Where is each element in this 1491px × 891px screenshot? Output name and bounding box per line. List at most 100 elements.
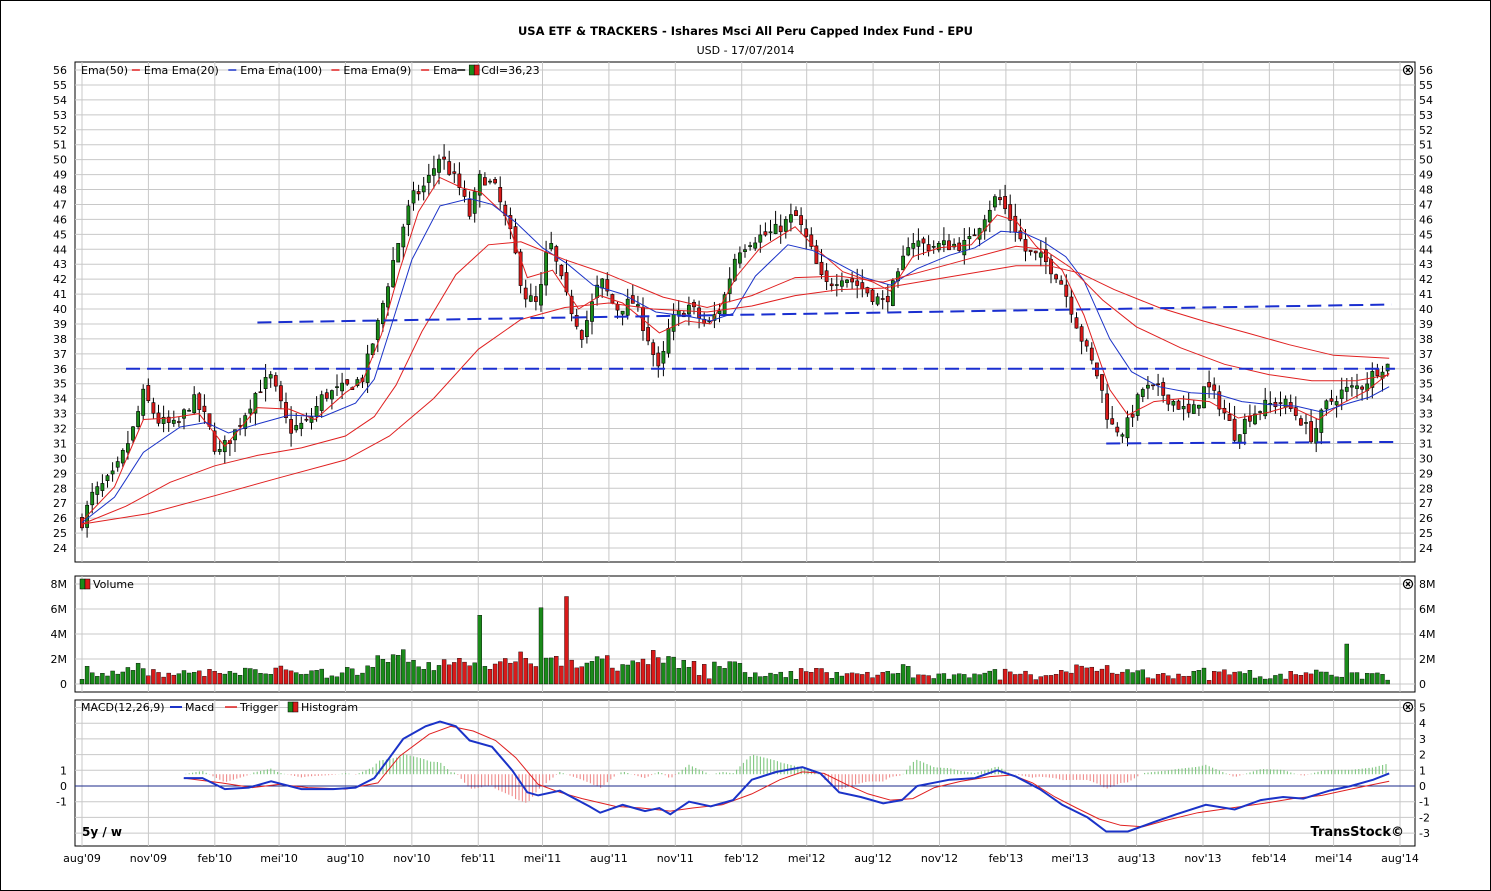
y-tick-label-left: 29 <box>53 467 67 480</box>
volume-bar <box>503 658 508 685</box>
candle-body <box>819 261 824 276</box>
volume-bar <box>1237 671 1242 685</box>
candle-body <box>620 310 625 315</box>
volume-bar <box>651 650 656 685</box>
y-tick-label-right: 2M <box>1419 653 1436 666</box>
y-tick-label-left: 45 <box>53 228 67 241</box>
close-icon[interactable] <box>1402 64 1414 76</box>
volume-bar <box>1099 668 1105 685</box>
volume-bar <box>753 672 758 685</box>
candle-body <box>115 461 120 468</box>
candle-body <box>1375 368 1380 377</box>
volume-bar <box>992 669 998 685</box>
candle-body <box>442 156 447 160</box>
candle-body <box>1105 393 1110 420</box>
y-tick-label-right: 29 <box>1419 467 1433 480</box>
candle-body <box>345 379 350 385</box>
candle-body <box>1227 414 1232 421</box>
volume-bar <box>135 662 141 685</box>
volume-bar <box>334 676 340 685</box>
volume-bar <box>957 673 962 685</box>
volume-bar <box>865 671 870 685</box>
volume-bar <box>880 672 885 685</box>
volume-bar <box>1334 676 1339 685</box>
volume-bar <box>375 655 380 685</box>
legend-entry: Volume <box>93 578 134 591</box>
brand-label: TransStock© <box>1311 825 1404 840</box>
volume-bar <box>1262 678 1268 685</box>
close-icon[interactable] <box>1402 578 1414 590</box>
volume-bar <box>1252 677 1258 685</box>
volume-bar <box>140 668 146 685</box>
volume-bar <box>1028 674 1033 685</box>
volume-bar <box>1145 677 1151 685</box>
volume-bar <box>1150 678 1156 685</box>
volume-bar <box>625 664 630 685</box>
y-tick-label-left: 0 <box>60 780 67 793</box>
volume-bar <box>809 672 814 685</box>
volume-bar <box>1293 674 1299 685</box>
volume-bar <box>528 663 533 685</box>
candle-body <box>340 382 345 392</box>
candle-body <box>406 205 411 225</box>
volume-bar <box>1288 671 1293 685</box>
volume-bar <box>115 673 120 685</box>
candle-body <box>845 279 849 283</box>
volume-bar <box>1298 675 1304 685</box>
candle-body <box>1202 386 1206 409</box>
volume-bar <box>824 672 829 685</box>
candle-body <box>1135 394 1140 416</box>
candle-body <box>906 247 911 256</box>
candle-body <box>421 185 426 193</box>
candle-body <box>1329 398 1334 402</box>
y-tick-label-right: 27 <box>1419 497 1433 510</box>
candle-body <box>467 198 472 217</box>
candle-body <box>921 238 926 244</box>
volume-bar <box>89 672 95 685</box>
volume-bar <box>829 678 834 685</box>
volume-bar <box>900 664 906 685</box>
candle-body <box>105 475 110 481</box>
volume-bar <box>278 665 284 685</box>
volume-bar <box>146 675 151 685</box>
volume-bar <box>543 657 549 685</box>
candle-body <box>1161 382 1166 396</box>
candle-body <box>743 249 747 252</box>
volume-bar <box>457 658 462 685</box>
volume-bar <box>844 673 850 685</box>
volume-bar <box>1375 672 1380 685</box>
volume-bar <box>1247 670 1253 685</box>
x-tick-label: mei'13 <box>1051 852 1089 865</box>
volume-bar <box>1217 671 1222 685</box>
candle-body <box>151 402 156 414</box>
y-tick-label-left: 32 <box>53 423 67 436</box>
volume-bar <box>156 672 161 685</box>
y-tick-label-left: 55 <box>53 79 67 92</box>
candle-body <box>401 226 406 248</box>
volume-bar <box>742 672 748 685</box>
candle-body <box>493 179 498 184</box>
volume-bar <box>605 655 610 685</box>
candle-body <box>839 280 844 287</box>
y-tick-label-right: 6M <box>1419 603 1436 616</box>
volume-bar <box>1038 676 1044 685</box>
y-tick-label-right: 5 <box>1419 702 1426 715</box>
candle-body <box>1120 434 1125 437</box>
legend-entry: Ema <box>433 64 457 77</box>
volume-bar <box>309 670 314 685</box>
candle-body <box>1003 196 1008 210</box>
candle-body <box>1319 409 1324 433</box>
legend-swatch-up <box>287 701 294 713</box>
candle-body <box>646 327 651 342</box>
candle-body <box>584 320 589 337</box>
volume-bar <box>1206 680 1212 685</box>
volume-bar <box>1053 674 1059 685</box>
x-tick-label: aug'09 <box>63 852 101 865</box>
volume-bar <box>640 658 646 685</box>
volume-bar <box>1013 674 1018 685</box>
volume-bar <box>1069 672 1074 685</box>
close-icon[interactable] <box>1402 701 1414 713</box>
y-tick-label-left: 31 <box>53 437 67 450</box>
candle-body <box>834 284 839 286</box>
volume-bar <box>1359 678 1365 685</box>
